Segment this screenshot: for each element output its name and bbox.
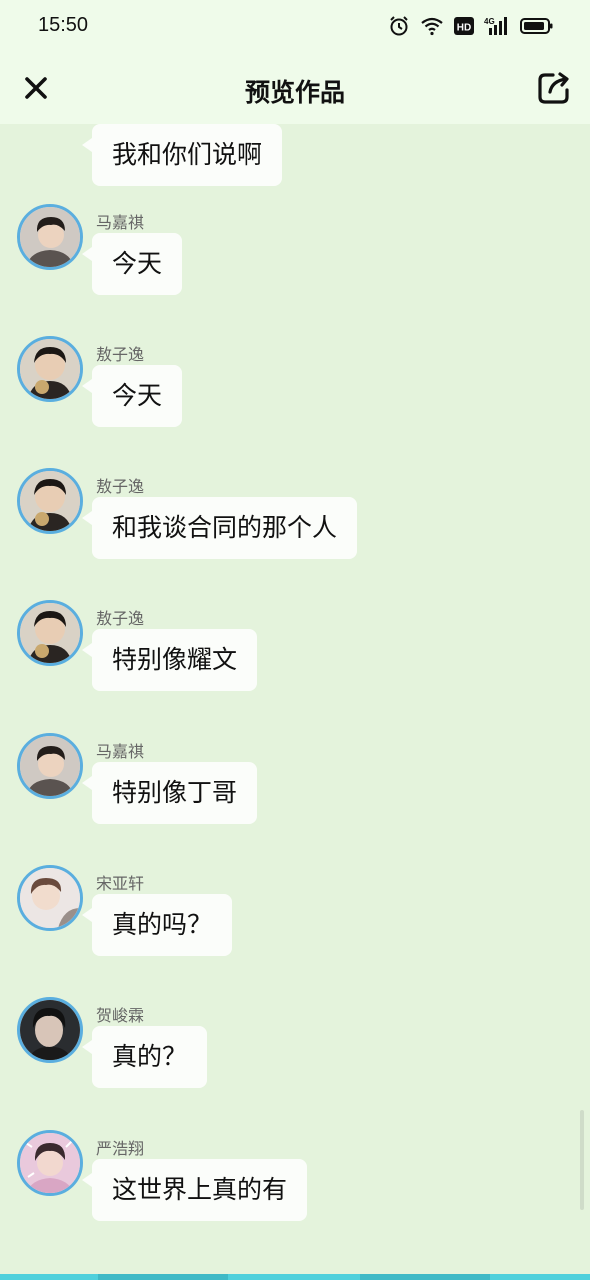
sender-name: 马嘉祺 — [96, 742, 145, 761]
chat-message: 我和你们说啊 — [0, 124, 590, 195]
4g-signal-icon: 4G — [484, 17, 507, 35]
sender-name: 敖子逸 — [96, 477, 145, 496]
network-label: 4G — [484, 17, 495, 26]
avatar-song — [20, 868, 80, 928]
chat-message: 敖子逸 今天 — [0, 336, 590, 436]
avatar[interactable] — [17, 600, 83, 666]
wifi-icon — [421, 17, 443, 36]
message-bubble[interactable]: 和我谈合同的那个人 — [81, 497, 358, 559]
battery-icon — [520, 18, 553, 34]
message-bubble[interactable]: 真的？ — [81, 1026, 208, 1088]
status-icons: HD 4G — [388, 14, 554, 38]
chat-message: 宋亚轩 真的吗？ — [0, 865, 590, 965]
avatar[interactable] — [17, 997, 83, 1063]
chat-message: 马嘉祺 今天 — [0, 204, 590, 304]
chat-message: 贺峻霖 真的？ — [0, 997, 590, 1097]
chat-message: 敖子逸 特别像耀文 — [0, 600, 590, 700]
hd-label: HD — [457, 23, 471, 34]
bottom-bar-segment — [98, 1274, 228, 1280]
sender-name: 严浩翔 — [96, 1139, 145, 1158]
sender-name: 宋亚轩 — [96, 874, 145, 893]
hd-icon: HD — [454, 17, 474, 35]
message-bubble[interactable]: 真的吗？ — [81, 894, 233, 956]
chat-message: 严浩翔 这世界上真的有 — [0, 1130, 590, 1230]
chat-list[interactable]: 我和你们说啊 马嘉祺 今天 敖子逸 今天 敖子逸 和我谈合同的那个人 敖子逸 特… — [0, 124, 590, 1274]
avatar-ao — [20, 471, 80, 531]
page-title: 预览作品 — [244, 78, 345, 107]
chat-message: 敖子逸 和我谈合同的那个人 — [0, 468, 590, 568]
sender-name: 敖子逸 — [96, 609, 145, 628]
message-bubble[interactable]: 特别像耀文 — [81, 629, 258, 691]
bottom-bar-segment — [360, 1274, 490, 1280]
alarm-icon — [390, 16, 408, 36]
message-bubble[interactable]: 今天 — [81, 365, 183, 427]
title-bar: 预览作品 — [0, 56, 590, 124]
avatar-ao — [20, 339, 80, 399]
avatar[interactable] — [17, 865, 83, 931]
avatar-ma — [20, 207, 80, 267]
avatar[interactable] — [17, 336, 83, 402]
avatar[interactable] — [17, 733, 83, 799]
bottom-bar — [0, 1274, 590, 1280]
status-time: 15:50 — [38, 14, 89, 36]
status-bar: 15:50 HD 4G — [0, 0, 590, 56]
chat-message: 马嘉祺 特别像丁哥 — [0, 733, 590, 833]
scrollbar[interactable] — [580, 1110, 584, 1210]
avatar-he — [20, 1000, 80, 1060]
avatar[interactable] — [17, 468, 83, 534]
avatar-yan — [20, 1133, 80, 1193]
sender-name: 敖子逸 — [96, 345, 145, 364]
avatar[interactable] — [17, 204, 83, 270]
sender-name: 贺峻霖 — [96, 1006, 145, 1025]
avatar-ma — [20, 736, 80, 796]
message-bubble[interactable]: 这世界上真的有 — [81, 1159, 308, 1221]
avatar-ao — [20, 603, 80, 663]
message-bubble[interactable]: 特别像丁哥 — [81, 762, 258, 824]
message-bubble[interactable]: 今天 — [81, 233, 183, 295]
share-icon[interactable] — [536, 70, 572, 106]
avatar[interactable] — [17, 1130, 83, 1196]
sender-name: 马嘉祺 — [96, 213, 145, 232]
message-bubble[interactable]: 我和你们说啊 — [81, 124, 283, 186]
